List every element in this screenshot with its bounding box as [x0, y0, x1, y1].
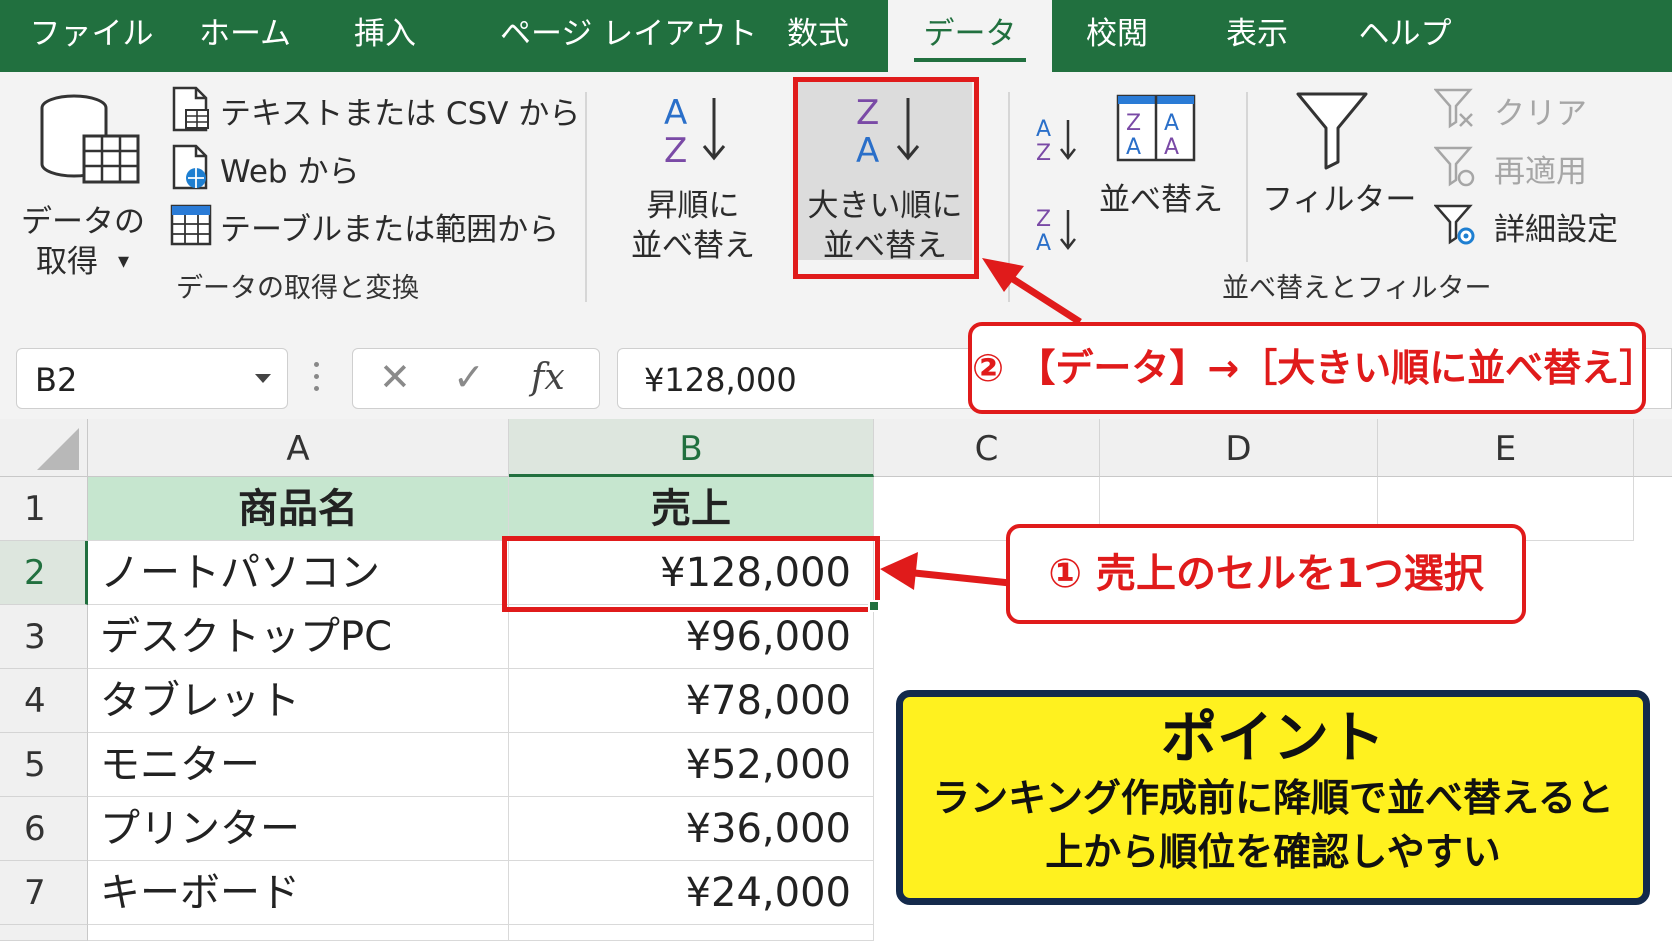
arrow-to-cell	[904, 568, 1011, 587]
point-line-1: ランキング作成前に降順で並べ替えると	[932, 776, 1614, 820]
point-title: ポイント	[1161, 706, 1385, 771]
point-line-2: 上から順位を確認しやすい	[1045, 830, 1501, 874]
callout-step-1: ① 売上のセルを1つ選択	[1006, 524, 1526, 624]
callout-step-2: ② 【データ】→［大きい順に並べ替え］	[968, 322, 1657, 414]
arrow-to-sort-button	[1000, 269, 1082, 325]
arrowhead-cell	[880, 552, 918, 590]
point-box: ポイント ランキング作成前に降順で並べ替えると 上から順位を確認しやすい	[896, 690, 1650, 905]
arrowhead-sort	[982, 258, 1024, 292]
